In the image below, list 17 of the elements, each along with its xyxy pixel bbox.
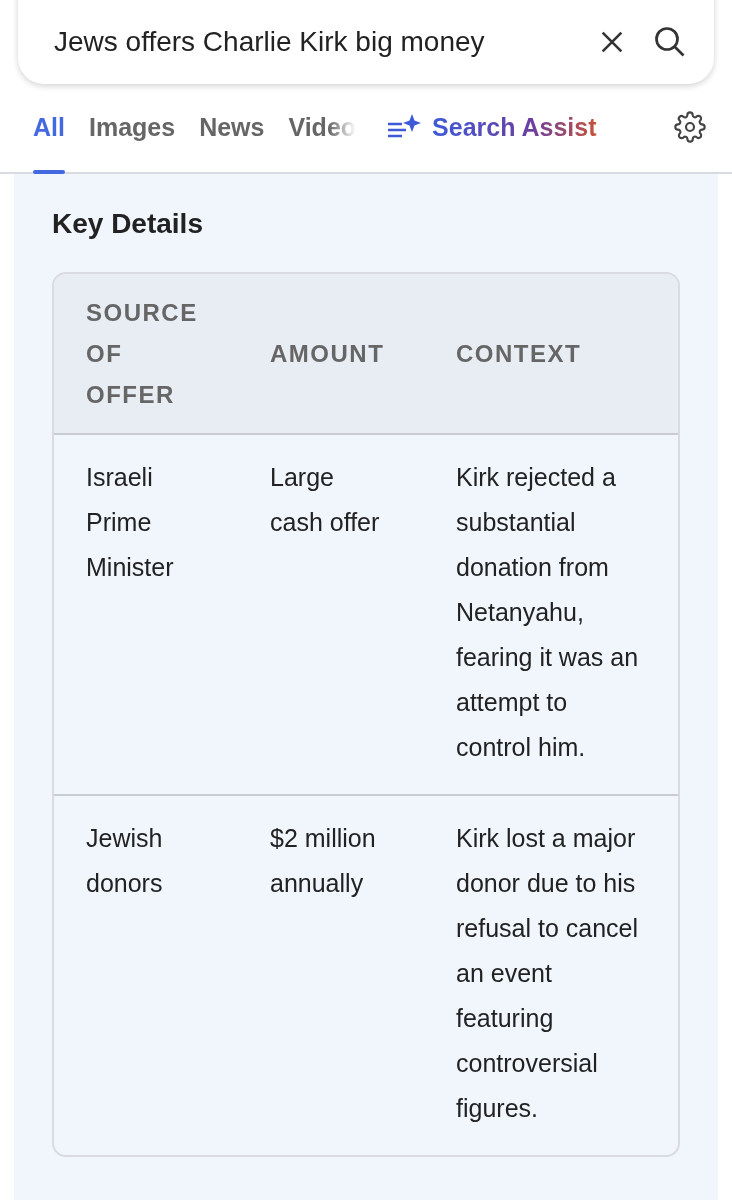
section-title: Key Details: [52, 208, 204, 240]
settings-icon[interactable]: [674, 111, 706, 143]
table-cell-text: Kirk lost a major donor due to his refusal to cancel an event featuring controversial figures.: [456, 823, 640, 1124]
column-header: AMOUNT: [270, 339, 386, 369]
tab[interactable]: News: [199, 82, 265, 172]
table-cell-text: Jewish donors: [86, 823, 164, 899]
search-assist-tab[interactable]: Search Assist: [386, 82, 597, 172]
table-cell-text: $2 million annually: [270, 823, 377, 899]
tab[interactable]: Video: [288, 82, 357, 172]
search-field[interactable]: Jews offers Charlie Kirk big money: [52, 25, 576, 59]
tab[interactable]: All: [33, 82, 65, 172]
table-cell-text: Large cash offer: [270, 462, 380, 538]
tab[interactable]: Images: [88, 82, 176, 172]
table-cell-text: Kirk rejected a substantial donation from Netanyahu, fearing it was an attempt to control him.: [456, 462, 640, 763]
column-header: SOURCE OF OFFER: [86, 298, 199, 410]
column-header: CONTEXT: [456, 339, 583, 369]
table-cell-text: Israeli Prime Minister: [86, 462, 175, 583]
